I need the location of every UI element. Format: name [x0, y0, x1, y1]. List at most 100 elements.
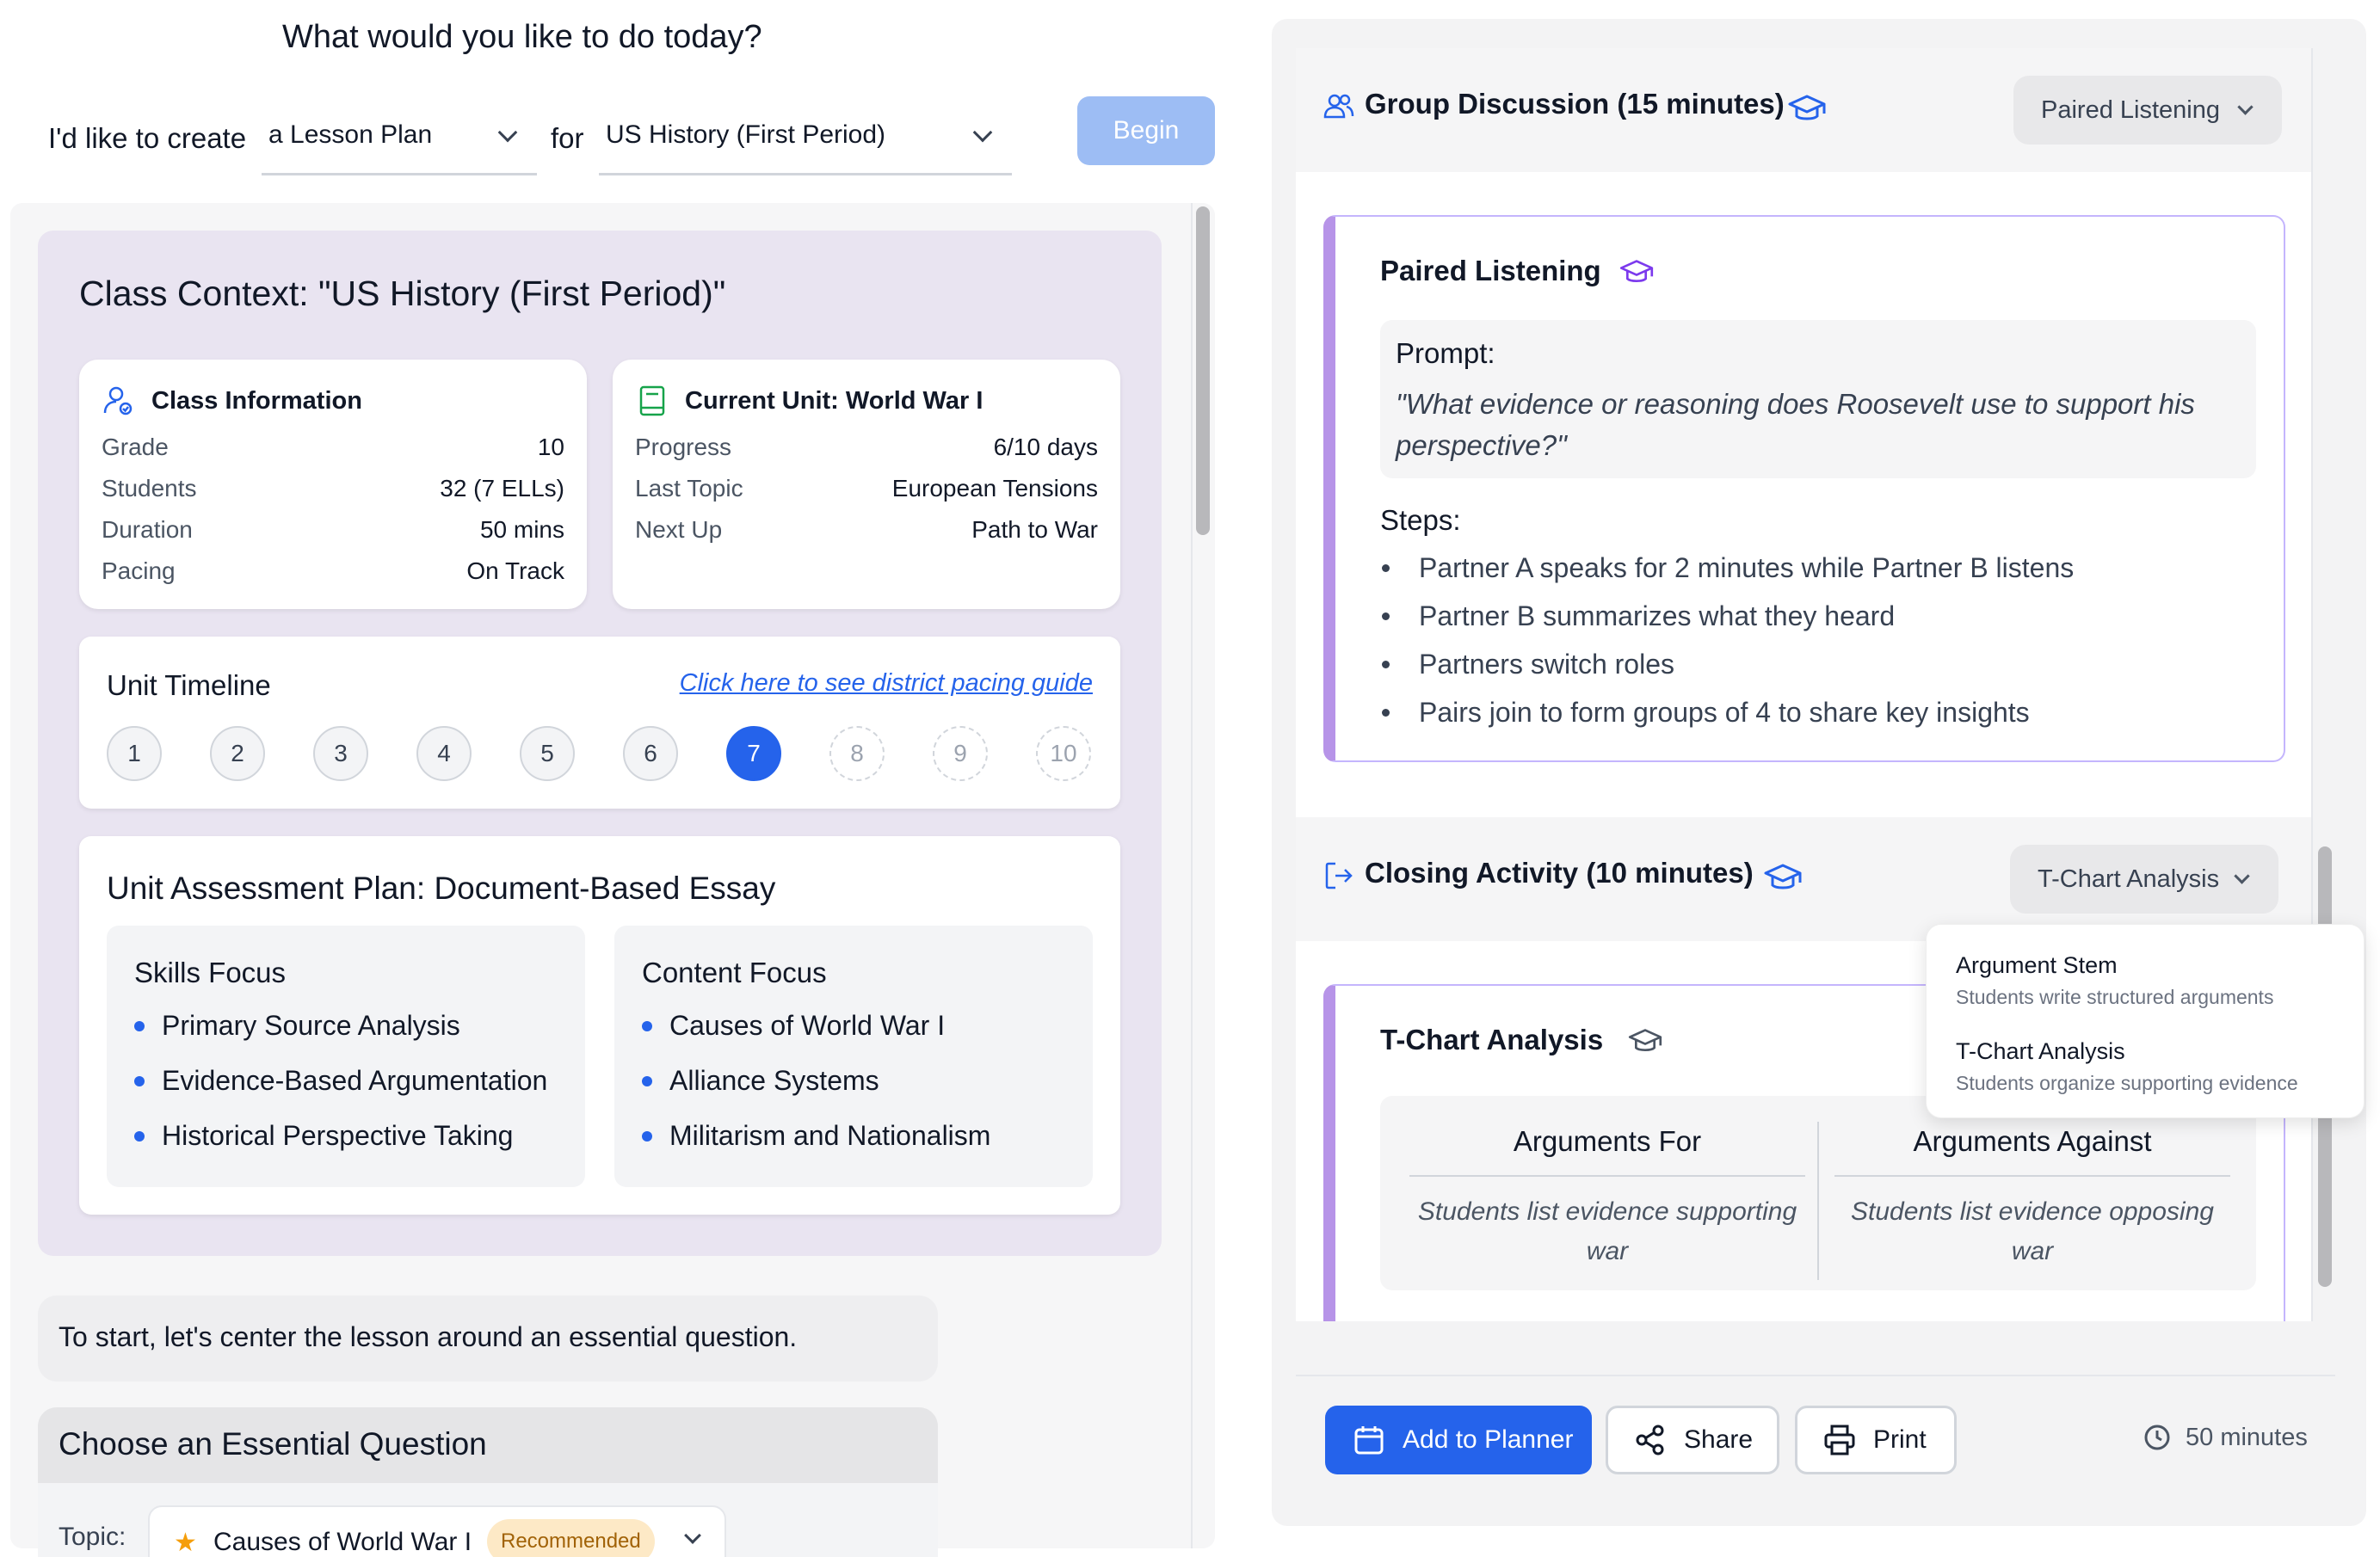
timeline-step-2[interactable]: 2: [210, 726, 265, 781]
info-row-pacing: Pacing On Track: [102, 557, 564, 585]
closing-activity-select[interactable]: T-Chart Analysis: [2010, 845, 2278, 914]
lesson-plan-scroll: Group Discussion (15 minutes) Paired Lis…: [1296, 48, 2313, 1321]
lesson-duration: 50 minutes: [2143, 1423, 2308, 1452]
share-icon: [1636, 1425, 1664, 1455]
class-context-title: Class Context: "US History (First Period…: [79, 274, 726, 313]
print-label: Print: [1873, 1425, 1927, 1454]
t-chart-divider: [1817, 1122, 1819, 1280]
assessment-plan-card: Unit Assessment Plan: Document-Based Ess…: [79, 836, 1120, 1215]
type-select[interactable]: a Lesson Plan: [262, 96, 537, 175]
prompt-box: Prompt: "What evidence or reasoning does…: [1380, 320, 2256, 478]
timeline-step-5[interactable]: 5: [520, 726, 575, 781]
body-line: Students list evidence opposing: [1851, 1197, 2214, 1226]
assessment-title: Unit Assessment Plan: Document-Based Ess…: [107, 871, 776, 906]
unit-timeline: Unit Timeline Click here to see district…: [79, 637, 1120, 809]
unit-key: Next Up: [635, 516, 723, 543]
info-value: On Track: [466, 557, 564, 584]
paired-listening-card: Paired Listening Prompt: "What evidence …: [1323, 215, 2285, 762]
type-select-value: a Lesson Plan: [268, 120, 433, 149]
arguments-against-body: Students list evidence opposing war: [1834, 1192, 2230, 1271]
menu-item-desc: Students write structured arguments: [1956, 986, 2274, 1008]
unit-row-last-topic: Last Topic European Tensions: [635, 475, 1098, 502]
timeline-step-8[interactable]: 8: [829, 726, 885, 781]
essential-question-title: Choose an Essential Question: [38, 1407, 938, 1483]
left-pane-divider: [1191, 203, 1193, 1548]
create-label: I'd like to create: [48, 122, 247, 154]
arguments-against-header: Arguments Against: [1913, 1125, 2152, 1157]
print-button[interactable]: Print: [1795, 1406, 1957, 1474]
chevron-down-icon: [684, 1527, 701, 1544]
unit-value: Path to War: [971, 516, 1098, 543]
topic-select[interactable]: ★ Causes of World War I Recommended: [148, 1505, 726, 1557]
step-item: Partner A speaks for 2 minutes while Par…: [1380, 552, 2074, 584]
star-icon: ★: [174, 1529, 197, 1557]
page-prompt: What would you like to do today?: [282, 19, 762, 55]
info-row-students: Students 32 (7 ELLs): [102, 475, 564, 502]
pacing-guide-link[interactable]: Click here to see district pacing guide: [680, 669, 1093, 698]
graduation-cap-icon[interactable]: [1628, 1027, 1662, 1055]
group-discussion-header: Group Discussion (15 minutes) Paired Lis…: [1296, 48, 2313, 172]
timeline-step-6[interactable]: 6: [623, 726, 678, 781]
unit-row-next-up: Next Up Path to War: [635, 516, 1098, 544]
unit-value: European Tensions: [891, 475, 1098, 502]
body-line: Students list evidence supporting: [1417, 1197, 1797, 1226]
timeline-step-10[interactable]: 10: [1036, 726, 1091, 781]
content-item: Militarism and Nationalism: [642, 1120, 990, 1152]
timeline-step-1[interactable]: 1: [107, 726, 162, 781]
content-item: Alliance Systems: [642, 1065, 879, 1097]
essential-question-panel: Choose an Essential Question Topic: ★ Ca…: [38, 1407, 938, 1557]
skills-item: Historical Perspective Taking: [134, 1120, 513, 1152]
logout-icon: [1325, 862, 1353, 889]
topic-label: Topic:: [59, 1523, 126, 1551]
skills-item: Evidence-Based Argumentation: [134, 1065, 547, 1097]
timeline-step-7-current[interactable]: 7: [726, 726, 781, 781]
closing-activity-header: Closing Activity (10 minutes) T-Chart An…: [1296, 817, 2313, 941]
closing-activity-title: Closing Activity (10 minutes): [1365, 857, 1754, 889]
menu-item-t-chart[interactable]: T-Chart Analysis Students organize suppo…: [1956, 1038, 2298, 1095]
body-line: war: [1586, 1237, 1629, 1265]
menu-item-desc: Students organize supporting evidence: [1956, 1072, 2298, 1094]
timeline-title: Unit Timeline: [107, 669, 271, 701]
current-unit-title: Current Unit: World War I: [685, 386, 983, 415]
left-scrollbar[interactable]: [1196, 206, 1210, 535]
clock-icon: [2144, 1425, 2170, 1450]
timeline-step-3[interactable]: 3: [313, 726, 368, 781]
book-icon: [639, 385, 665, 416]
step-item: Partners switch roles: [1380, 649, 1674, 680]
share-button[interactable]: Share: [1606, 1406, 1779, 1474]
prompt-line: "What evidence or reasoning does Rooseve…: [1396, 388, 2195, 420]
step-item: Pairs join to form groups of 4 to share …: [1380, 697, 2030, 729]
right-pane-divider: [2311, 48, 2313, 1321]
closing-activity-select-value: T-Chart Analysis: [2038, 865, 2220, 893]
chevron-down-icon: [2234, 868, 2250, 884]
group-discussion-title: Group Discussion (15 minutes): [1365, 88, 1785, 120]
group-activity-select[interactable]: Paired Listening: [2013, 76, 2282, 145]
info-key: Duration: [102, 516, 193, 543]
topic-select-value: Causes of World War I: [213, 1528, 472, 1556]
duration-label: 50 minutes: [2186, 1423, 2308, 1451]
footer-divider: [1296, 1375, 2335, 1376]
info-value: 50 mins: [479, 516, 564, 543]
timeline-step-4[interactable]: 4: [416, 726, 472, 781]
add-to-planner-button[interactable]: Add to Planner: [1325, 1406, 1592, 1474]
info-key: Grade: [102, 434, 169, 460]
graduation-cap-icon[interactable]: [1788, 93, 1826, 124]
prompt-text: "What evidence or reasoning does Rooseve…: [1396, 384, 2239, 466]
menu-item-argument-stem[interactable]: Argument Stem Students write structured …: [1956, 952, 2273, 1009]
graduation-cap-icon[interactable]: [1764, 862, 1802, 893]
users-icon: [1323, 94, 1354, 119]
skills-focus-title: Skills Focus: [134, 957, 287, 988]
chevron-down-icon: [2237, 99, 2254, 115]
graduation-cap-icon[interactable]: [1619, 258, 1654, 286]
content-focus-title: Content Focus: [642, 957, 827, 988]
class-info-card: Class Information Grade 10 Students 32 (…: [79, 360, 587, 609]
for-label: for: [551, 122, 584, 154]
add-to-planner-label: Add to Planner: [1403, 1425, 1574, 1454]
timeline-step-9[interactable]: 9: [933, 726, 988, 781]
begin-button[interactable]: Begin: [1077, 96, 1215, 165]
info-value: 10: [537, 434, 564, 460]
info-key: Students: [102, 475, 197, 502]
content-item: Causes of World War I: [642, 1010, 945, 1042]
class-select[interactable]: US History (First Period): [599, 96, 1012, 175]
content-focus-box: Content Focus Causes of World War I Alli…: [614, 926, 1093, 1187]
